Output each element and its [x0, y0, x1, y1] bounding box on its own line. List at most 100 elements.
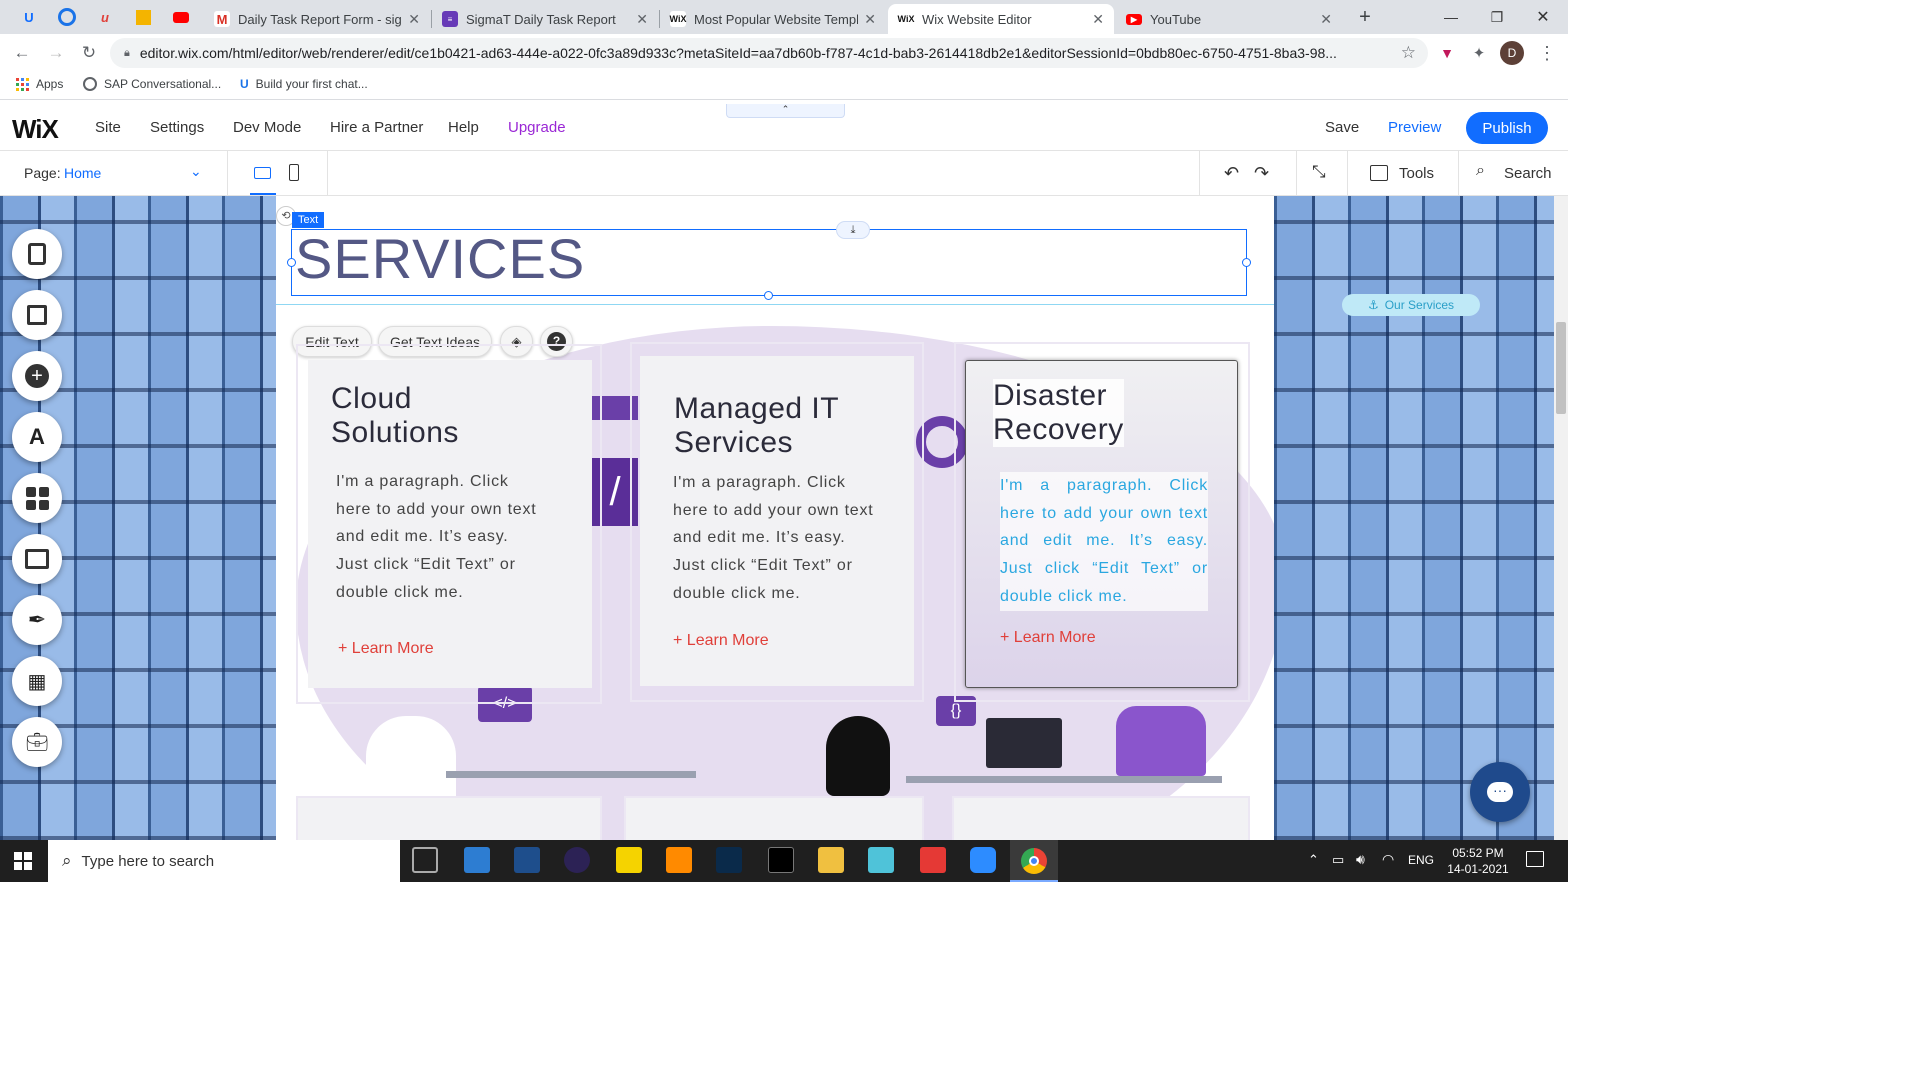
services-heading[interactable]: SERVICES — [295, 226, 585, 291]
resize-handle[interactable] — [287, 258, 296, 267]
menu-site[interactable]: Site — [95, 119, 121, 136]
minimize-icon[interactable]: — — [1428, 0, 1474, 34]
taskbar-search-box[interactable]: ⌕ Type here to search — [48, 840, 400, 882]
clock[interactable]: 05:52 PM 14-01-2021 — [1446, 845, 1510, 877]
chrome-taskbar-button[interactable] — [1010, 840, 1058, 882]
extensions-puzzle-icon[interactable]: ✦ — [1466, 40, 1492, 66]
maximize-icon[interactable]: ❐ — [1474, 0, 1520, 34]
close-tab-icon[interactable]: ✕ — [1320, 11, 1332, 28]
pinned-tab-u-icon[interactable]: U — [14, 4, 44, 30]
zoom-icon[interactable] — [970, 847, 996, 873]
tab-most-popular-templates[interactable]: WiX Most Popular Website Templa ✕ — [660, 4, 886, 34]
chrome-menu-icon[interactable]: ⋮ — [1534, 40, 1560, 66]
media-icon[interactable] — [12, 534, 62, 584]
pinned-tab-u-red-icon[interactable]: u — [90, 4, 120, 30]
pinned-tab-youtube-icon[interactable] — [166, 4, 196, 30]
tab-wix-website-editor[interactable]: WiX Wix Website Editor ✕ — [888, 4, 1114, 34]
redo-icon[interactable]: ↷ — [1254, 163, 1269, 184]
language-indicator[interactable]: ENG — [1408, 853, 1434, 867]
bookings-calendar-icon[interactable]: ▦ — [12, 656, 62, 706]
wix-logo[interactable]: WiX — [12, 114, 59, 145]
menu-dev-mode[interactable]: Dev Mode — [233, 119, 301, 136]
new-tab-icon[interactable]: + — [1350, 4, 1380, 30]
sublime-icon[interactable] — [666, 847, 692, 873]
bookmark-sap-conversational[interactable]: SAP Conversational... — [83, 77, 221, 91]
close-tab-icon[interactable]: ✕ — [408, 11, 420, 28]
close-tab-icon[interactable]: ✕ — [636, 11, 648, 28]
chat-bubble-icon[interactable]: ··· — [1470, 762, 1530, 822]
store-icon[interactable] — [464, 847, 490, 873]
pages-menu-icon[interactable] — [12, 229, 62, 279]
add-apps-icon[interactable] — [12, 473, 62, 523]
add-elements-icon[interactable]: + — [12, 351, 62, 401]
profile-avatar[interactable]: D — [1500, 41, 1524, 65]
bookmark-apps[interactable]: Apps — [16, 77, 63, 91]
volume-icon[interactable]: 🔊︎ — [1356, 851, 1365, 868]
card-title[interactable]: Cloud Solutions — [331, 382, 459, 450]
file-explorer-icon[interactable] — [818, 847, 844, 873]
pocket-extension-icon[interactable]: ▼ — [1434, 40, 1460, 66]
card-title[interactable]: Managed IT Services — [674, 392, 839, 460]
bookmark-star-icon[interactable]: ☆ — [1401, 43, 1416, 63]
zoom-out-icon[interactable]: ⤡ — [1312, 162, 1326, 182]
tab-daily-task-report-form[interactable]: M Daily Task Report Form - sigm ✕ — [204, 4, 430, 34]
tab-youtube[interactable]: ▶ YouTube ✕ — [1116, 4, 1342, 34]
notes-icon[interactable] — [868, 847, 894, 873]
menu-settings[interactable]: Settings — [150, 119, 204, 136]
collapse-topbar-icon[interactable]: ⌃ — [726, 104, 845, 118]
anydesk-icon[interactable] — [920, 847, 946, 873]
service-card-managed-it[interactable]: Managed IT Services I'm a paragraph. Clic… — [640, 356, 914, 686]
desktop-view-icon[interactable] — [250, 161, 276, 195]
card-paragraph[interactable]: I'm a paragraph. Click here to add your … — [1000, 472, 1208, 611]
learn-more-link[interactable]: + Learn More — [338, 640, 434, 658]
python-icon[interactable] — [616, 847, 642, 873]
search-icon[interactable]: ⌕ — [1476, 162, 1485, 180]
pinned-tab-c-icon[interactable] — [52, 4, 82, 30]
resize-handle[interactable] — [1242, 258, 1251, 267]
windows-start-icon[interactable] — [14, 852, 32, 870]
scrollbar-thumb[interactable] — [1556, 322, 1566, 414]
selected-text-box[interactable]: SERVICES ⤓ — [287, 221, 1251, 300]
close-tab-icon[interactable]: ✕ — [1092, 11, 1104, 28]
undo-icon[interactable]: ↶ — [1224, 163, 1239, 184]
mysql-icon[interactable] — [716, 847, 742, 873]
drag-down-handle-icon[interactable]: ⤓ — [836, 221, 870, 239]
resize-handle[interactable] — [764, 291, 773, 300]
card-paragraph[interactable]: I'm a paragraph. Click here to add your … — [336, 468, 546, 607]
tools-button[interactable]: Tools — [1399, 165, 1434, 182]
preview-button[interactable]: Preview — [1388, 119, 1441, 136]
search-button[interactable]: Search — [1504, 165, 1552, 182]
forward-arrow-icon[interactable]: → — [43, 40, 69, 66]
tools-icon[interactable] — [1370, 165, 1388, 181]
task-view-icon[interactable] — [412, 847, 438, 873]
card-paragraph[interactable]: I'm a paragraph. Click here to add your … — [673, 469, 883, 608]
canvas-scrollbar[interactable] — [1554, 196, 1568, 840]
page-section-services[interactable]: / </> {} ⟲ Text SERVICES ⤓ Edit Text Get… — [276, 196, 1274, 840]
page-selector[interactable]: Page: Home ⌄ — [0, 151, 228, 195]
learn-more-link[interactable]: + Learn More — [673, 632, 769, 650]
service-card-disaster-recovery[interactable]: Disaster Recovery I'm a paragraph. Click … — [965, 360, 1238, 688]
publish-button[interactable]: Publish — [1466, 112, 1548, 144]
tab-sigmat-daily-task-report[interactable]: ≡ SigmaT Daily Task Report ✕ — [432, 4, 658, 34]
battery-icon[interactable]: ▭ — [1332, 852, 1344, 868]
editor-canvas[interactable]: / </> {} ⟲ Text SERVICES ⤓ Edit Text Get… — [0, 196, 1568, 840]
menu-upgrade[interactable]: Upgrade — [508, 119, 566, 136]
menu-help[interactable]: Help — [448, 119, 479, 136]
terminal-icon[interactable] — [768, 847, 794, 873]
eclipse-icon[interactable] — [564, 847, 590, 873]
learn-more-link[interactable]: + Learn More — [1000, 629, 1096, 647]
blog-pen-icon[interactable]: ✒︎ — [12, 595, 62, 645]
theme-manager-icon[interactable]: A — [12, 412, 62, 462]
service-card-cloud[interactable]: Cloud Solutions I'm a paragraph. Click he… — [308, 360, 592, 688]
show-hidden-icons-icon[interactable]: ⌃ — [1308, 852, 1319, 868]
window-close-icon[interactable]: ✕ — [1520, 0, 1566, 34]
back-arrow-icon[interactable]: ← — [9, 40, 35, 66]
wifi-icon[interactable]: ◠ — [1382, 851, 1394, 868]
notifications-icon[interactable] — [1526, 851, 1544, 867]
card-title[interactable]: Disaster Recovery — [993, 379, 1124, 447]
background-icon[interactable] — [12, 290, 62, 340]
menu-hire-a-partner[interactable]: Hire a Partner — [330, 119, 423, 136]
our-services-anchor[interactable]: ⚓︎ Our Services — [1342, 294, 1480, 316]
mobile-view-icon[interactable] — [289, 164, 299, 181]
close-tab-icon[interactable]: ✕ — [864, 11, 876, 28]
